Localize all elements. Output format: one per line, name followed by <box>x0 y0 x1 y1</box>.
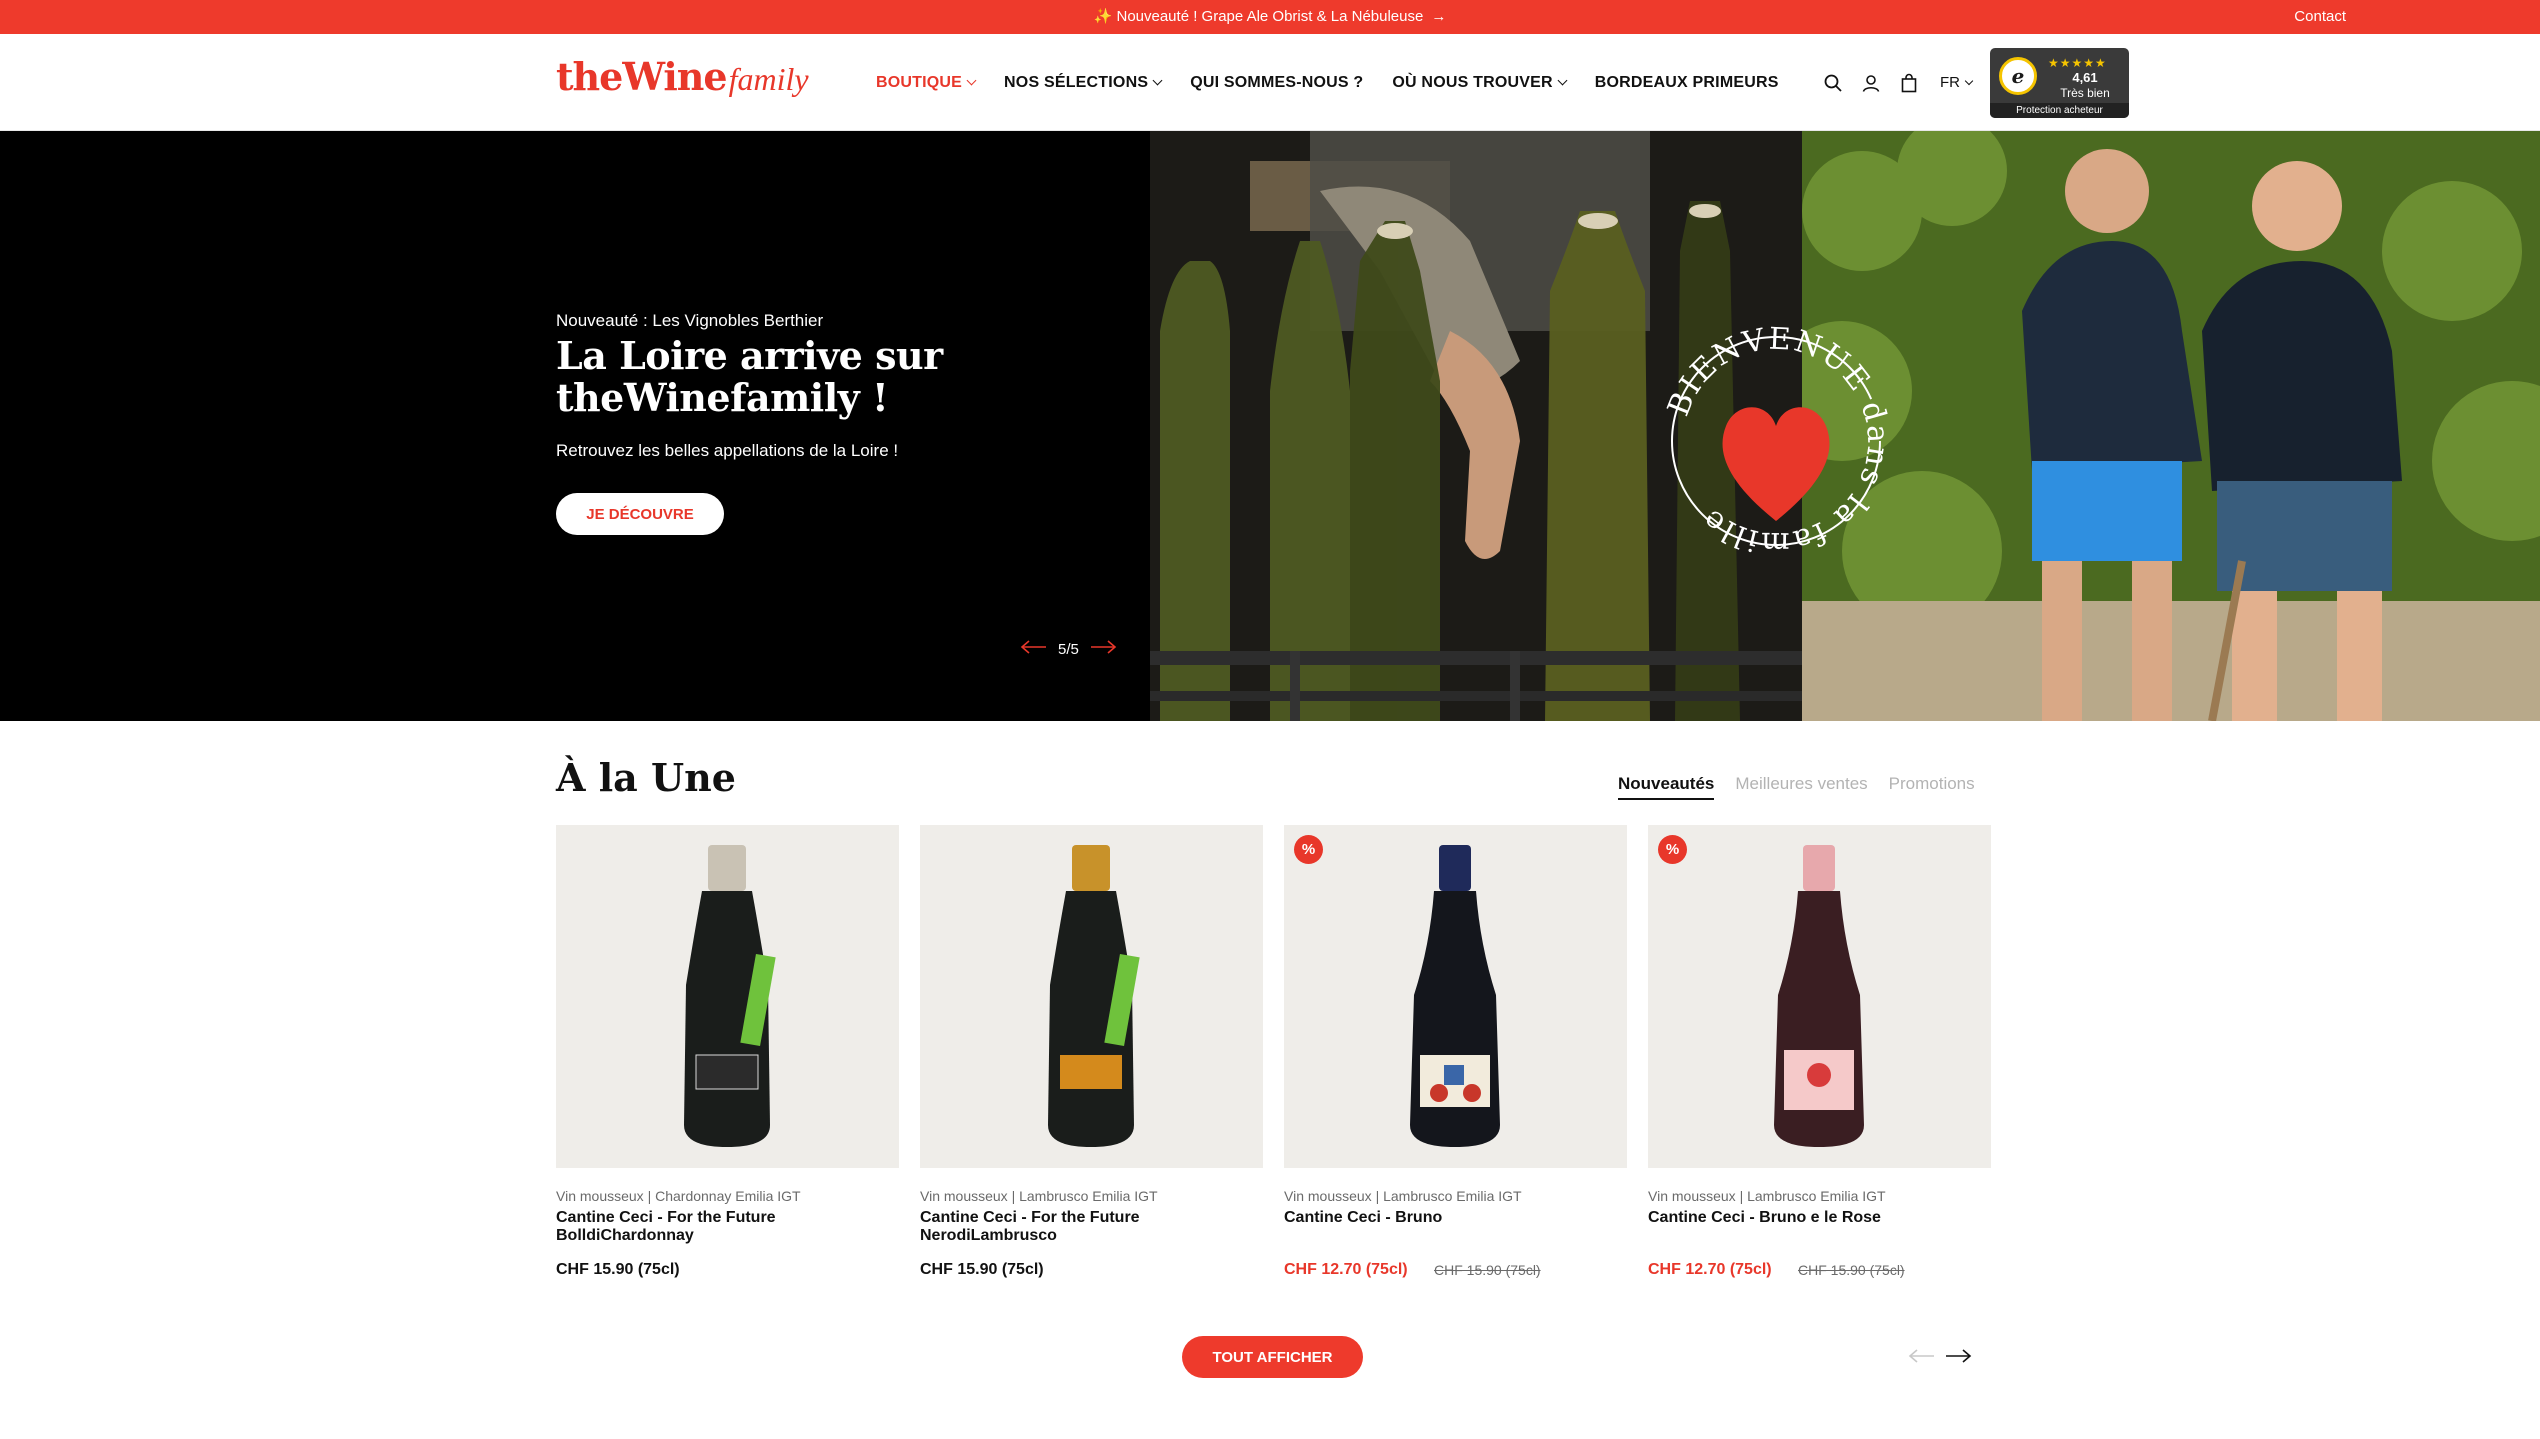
announcement-link[interactable]: ✨ Nouveauté ! Grape Ale Obrist & La Nébu… <box>0 0 2540 34</box>
product-old-price: CHF 15.90 (75cl) <box>1434 1262 1541 1278</box>
product-carousel: Vin mousseux | Chardonnay Emilia IGT Can… <box>556 825 1992 1285</box>
search-icon[interactable] <box>1814 64 1852 102</box>
slide-counter: 5/5 <box>1058 640 1079 658</box>
product-name[interactable]: Cantine Ceci - For the Future BolldiChar… <box>556 1209 899 1245</box>
hero-banner: Nouveauté : Les Vignobles Berthier La Lo… <box>0 131 2540 721</box>
language-selector[interactable]: FR <box>1940 74 1974 91</box>
product-card[interactable]: Vin mousseux | Chardonnay Emilia IGT Can… <box>556 825 899 1285</box>
tab-best-sellers[interactable]: Meilleures ventes <box>1735 774 1867 800</box>
nav-label: NOS SÉLECTIONS <box>1004 73 1149 91</box>
brand-logo[interactable]: theWinefamily <box>556 54 809 104</box>
hero-title: La Loire arrive sur theWinefamily ! <box>556 333 943 420</box>
header-actions: FR <box>1814 34 1974 131</box>
product-sale-price: CHF 12.70 (75cl) <box>1648 1261 1772 1278</box>
product-price: CHF 15.90 (75cl) <box>920 1261 1044 1278</box>
arrow-left-icon[interactable] <box>1020 640 1048 658</box>
trusted-shops-seal-icon: e <box>1999 57 2037 95</box>
buyer-protection-label: Protection acheteur <box>1990 103 2129 118</box>
logo-wordmark: theWine <box>556 54 728 99</box>
nav-label: QUI SOMMES-NOUS ? <box>1190 73 1364 91</box>
product-name[interactable]: Cantine Ceci - For the Future NerodiLamb… <box>920 1209 1263 1245</box>
trusted-shops-badge[interactable]: e ★★★★★ 4,61 Très bien Protection achete… <box>1990 48 2129 118</box>
product-image[interactable]: % <box>1648 825 1991 1168</box>
section-title: À la Une <box>556 755 736 800</box>
product-image[interactable] <box>920 825 1263 1168</box>
discover-button[interactable]: JE DÉCOUVRE <box>556 493 724 535</box>
hero-image-vineyard <box>1802 131 2540 721</box>
product-card[interactable]: % Vin mousseux | Lambrusco Emilia IGT Ca… <box>1284 825 1627 1285</box>
arrow-right-icon[interactable] <box>1940 1344 1976 1368</box>
tab-new[interactable]: Nouveautés <box>1618 774 1715 800</box>
shopping-bag-icon[interactable] <box>1890 64 1928 102</box>
contact-link[interactable]: Contact <box>2294 0 2346 34</box>
nav-label: OÙ NOUS TROUVER <box>1392 73 1553 91</box>
product-sale-price: CHF 12.70 (75cl) <box>1284 1261 1408 1278</box>
rating-label: Très bien <box>2060 86 2110 100</box>
featured-tabs: Nouveautés Meilleures ventes Promotions <box>1618 774 1996 800</box>
product-category: Vin mousseux | Chardonnay Emilia IGT <box>556 1188 801 1204</box>
product-category: Vin mousseux | Lambrusco Emilia IGT <box>1284 1188 1522 1204</box>
rating-stars: ★★★★★ <box>2048 56 2107 70</box>
nav-item-locations[interactable]: OÙ NOUS TROUVER <box>1392 73 1568 92</box>
nav-item-boutique[interactable]: BOUTIQUE <box>876 73 977 92</box>
bienvenue-heart-stamp: BIENVENUE dans la famille <box>1661 322 1893 561</box>
product-name[interactable]: Cantine Ceci - Bruno e le Rose <box>1648 1209 1991 1227</box>
product-category: Vin mousseux | Lambrusco Emilia IGT <box>920 1188 1158 1204</box>
user-icon[interactable] <box>1852 64 1890 102</box>
carousel-pager <box>1904 1344 1976 1368</box>
announcement-bar: ✨ Nouveauté ! Grape Ale Obrist & La Nébu… <box>0 0 2540 34</box>
main-nav: BOUTIQUE NOS SÉLECTIONS QUI SOMMES-NOUS … <box>876 34 1808 131</box>
arrow-right-icon[interactable] <box>1089 640 1117 658</box>
product-category: Vin mousseux | Lambrusco Emilia IGT <box>1648 1188 1886 1204</box>
nav-label: BOUTIQUE <box>876 73 963 91</box>
announcement-text: ✨ Nouveauté ! Grape Ale Obrist & La Nébu… <box>1093 8 1424 25</box>
logo-script: family <box>728 61 809 97</box>
product-old-price: CHF 15.90 (75cl) <box>1798 1262 1905 1278</box>
sale-badge: % <box>1658 835 1687 864</box>
product-card[interactable]: % Vin mousseux | Lambrusco Emilia IGT Ca… <box>1648 825 1991 1285</box>
chevron-down-icon <box>1964 76 1974 85</box>
nav-item-bordeaux-primeurs[interactable]: BORDEAUX PRIMEURS <box>1595 74 1779 92</box>
arrow-right-icon: → <box>1431 8 1447 25</box>
language-label: FR <box>1940 74 1960 91</box>
chevron-down-icon <box>1557 75 1568 86</box>
nav-item-about[interactable]: QUI SOMMES-NOUS ? <box>1190 74 1363 92</box>
chevron-down-icon <box>966 75 977 86</box>
tab-promotions[interactable]: Promotions <box>1889 774 1975 800</box>
product-image[interactable] <box>556 825 899 1168</box>
product-price: CHF 15.90 (75cl) <box>556 1261 680 1278</box>
nav-label: BORDEAUX PRIMEURS <box>1594 73 1779 91</box>
hero-eyebrow: Nouveauté : Les Vignobles Berthier <box>556 311 824 330</box>
product-name[interactable]: Cantine Ceci - Bruno <box>1284 1209 1627 1227</box>
site-header: theWinefamily BOUTIQUE NOS SÉLECTIONS QU… <box>0 34 2540 131</box>
nav-item-selections[interactable]: NOS SÉLECTIONS <box>1004 73 1163 92</box>
hero-slider-controls: 5/5 <box>1020 640 1117 658</box>
arrow-left-icon[interactable] <box>1904 1344 1940 1368</box>
chevron-down-icon <box>1152 75 1163 86</box>
sale-badge: % <box>1294 835 1323 864</box>
hero-subtitle: Retrouvez les belles appellations de la … <box>556 441 899 460</box>
product-card[interactable]: Vin mousseux | Lambrusco Emilia IGT Cant… <box>920 825 1263 1285</box>
rating-value: 4,61 <box>2072 70 2098 85</box>
show-all-button[interactable]: TOUT AFFICHER <box>1182 1336 1363 1378</box>
product-image[interactable]: % <box>1284 825 1627 1168</box>
